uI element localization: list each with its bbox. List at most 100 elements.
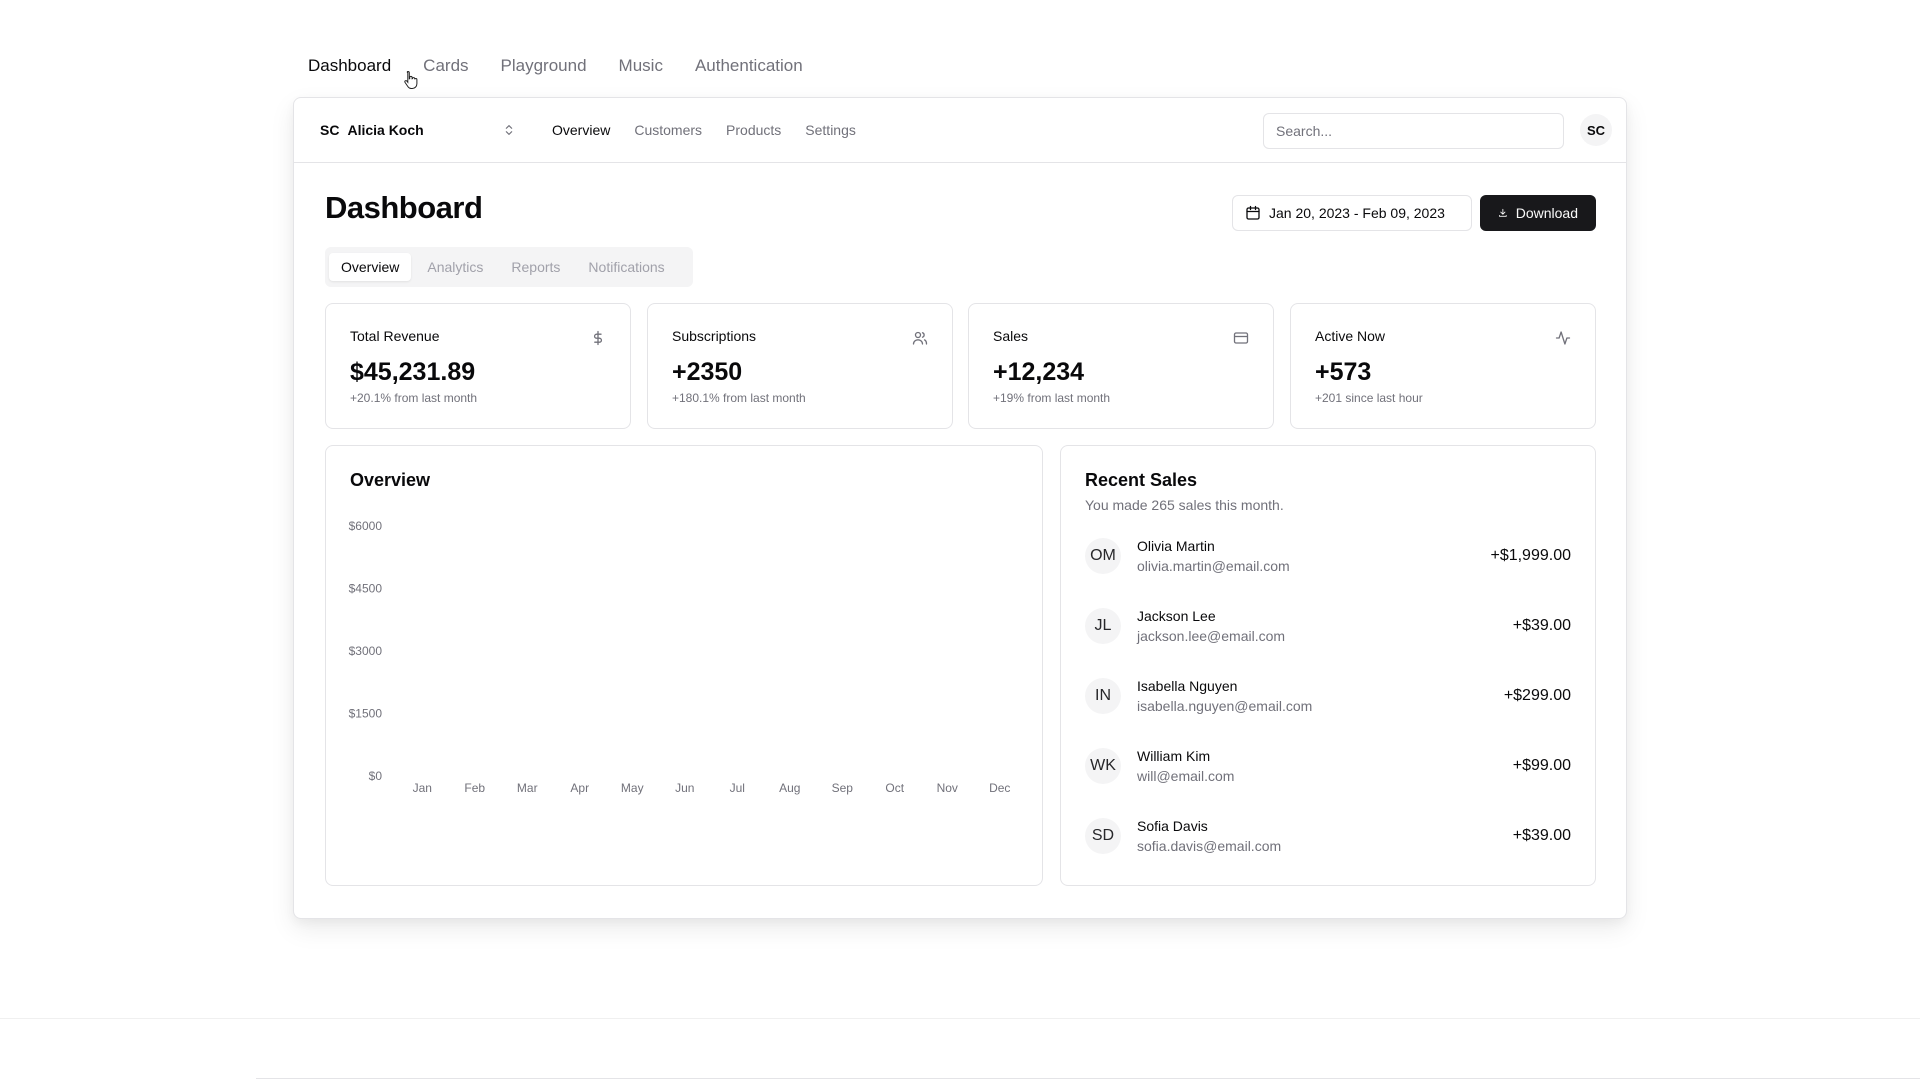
download-label: Download xyxy=(1515,205,1578,221)
avatar: IN xyxy=(1085,678,1121,714)
stat-label: Active Now xyxy=(1315,328,1386,344)
sale-customer-name: Jackson Lee xyxy=(1137,608,1216,624)
x-tick-label: Oct xyxy=(885,781,904,795)
x-tick-label: Jun xyxy=(675,781,694,795)
overview-chart-card: Overview $6000 $4500 $3000 $1500 $0 Jan Feb Mar… xyxy=(325,445,1043,886)
stat-card-sales: Sales +12,234 +19% from last month xyxy=(968,303,1274,429)
y-tick-label: $1500 xyxy=(349,707,383,721)
y-tick-label: $6000 xyxy=(349,519,383,533)
stat-label: Subscriptions xyxy=(672,328,757,344)
app-header: SC Alicia Koch Overview Customers Produc… xyxy=(294,98,1626,163)
sale-customer-email: sofia.davis@email.com xyxy=(1137,838,1282,854)
sale-amount: +$99.00 xyxy=(1512,757,1571,774)
download-icon xyxy=(1499,208,1507,217)
stat-change: +19% from last month xyxy=(993,391,1111,405)
avatar: WK xyxy=(1085,748,1121,784)
x-tick-label: Apr xyxy=(570,781,589,795)
y-tick-label: $4500 xyxy=(349,582,383,596)
sale-customer-name: Sofia Davis xyxy=(1137,818,1208,834)
top-tab-music[interactable]: Music xyxy=(619,56,663,76)
y-tick-label: $3000 xyxy=(349,644,383,658)
recent-sales-title: Recent Sales xyxy=(1085,470,1198,490)
sale-row[interactable]: JL Jackson Lee jackson.lee@email.com +$3… xyxy=(1085,606,1571,646)
tab-overview[interactable]: Overview xyxy=(329,253,412,281)
search-input[interactable] xyxy=(1263,113,1564,149)
overview-bar-chart: $6000 $4500 $3000 $1500 $0 Jan Feb Mar Apr May Jun… xyxy=(349,519,1011,795)
nav-settings[interactable]: Settings xyxy=(805,122,856,138)
team-avatar: SC xyxy=(320,122,340,138)
main-nav: Overview Customers Products Settings xyxy=(552,122,856,138)
stat-value: +573 xyxy=(1315,358,1372,386)
nav-products[interactable]: Products xyxy=(726,122,781,138)
stat-label: Sales xyxy=(993,328,1029,344)
stat-value: +2350 xyxy=(672,358,743,386)
sale-amount: +$39.00 xyxy=(1512,827,1571,844)
page-divider xyxy=(0,1018,1920,1019)
bottom-divider xyxy=(256,1078,1920,1079)
top-tabs: Dashboard Cards Playground Music Authent… xyxy=(308,56,803,76)
sale-customer-email: olivia.martin@email.com xyxy=(1137,558,1290,574)
sale-row[interactable]: OM Olivia Martin olivia.martin@email.com… xyxy=(1085,536,1571,576)
x-tick-label: Feb xyxy=(464,781,485,795)
x-tick-label: Jul xyxy=(730,781,745,795)
tab-notifications[interactable]: Notifications xyxy=(576,253,676,281)
sale-amount: +$299.00 xyxy=(1503,687,1571,704)
tab-analytics[interactable]: Analytics xyxy=(415,253,495,281)
sale-customer-email: isabella.nguyen@email.com xyxy=(1137,698,1313,714)
credit-card-icon xyxy=(1233,332,1249,344)
top-tab-dashboard[interactable]: Dashboard xyxy=(308,56,391,76)
sale-customer-email: jackson.lee@email.com xyxy=(1137,628,1286,644)
stat-value: +12,234 xyxy=(993,358,1085,386)
tab-reports[interactable]: Reports xyxy=(499,253,572,281)
top-tab-authentication[interactable]: Authentication xyxy=(695,56,803,76)
x-tick-label: Sep xyxy=(832,781,854,795)
nav-customers[interactable]: Customers xyxy=(634,122,702,138)
activity-icon xyxy=(1555,331,1571,345)
chevrons-up-down-icon xyxy=(505,125,513,135)
date-range-label: Jan 20, 2023 - Feb 09, 2023 xyxy=(1269,205,1445,221)
sale-amount: +$39.00 xyxy=(1512,617,1571,634)
sale-customer-email: will@email.com xyxy=(1137,768,1235,784)
stat-card-total-revenue: Total Revenue $45,231.89 +20.1% from las… xyxy=(325,303,631,429)
dashboard-tabs: Overview Analytics Reports Notifications xyxy=(325,247,693,287)
sale-customer-name: William Kim xyxy=(1137,748,1211,764)
avatar: SD xyxy=(1085,818,1121,854)
y-tick-label: $0 xyxy=(369,769,383,783)
x-tick-label: Jan xyxy=(413,781,432,795)
users-icon xyxy=(912,331,928,345)
calendar-icon xyxy=(1246,205,1260,220)
x-tick-label: Nov xyxy=(937,781,958,795)
avatar: OM xyxy=(1085,538,1121,574)
x-tick-label: Mar xyxy=(517,781,538,795)
stat-change: +201 since last hour xyxy=(1315,391,1423,405)
recent-sales-card: Recent Sales You made 265 sales this mon… xyxy=(1060,445,1596,886)
dollar-icon xyxy=(593,330,603,346)
team-switcher[interactable]: SC Alicia Koch xyxy=(320,122,516,138)
stat-card-active-now: Active Now +573 +201 since last hour xyxy=(1290,303,1596,429)
x-tick-label: Aug xyxy=(779,781,800,795)
dashboard-window: SC Alicia Koch Overview Customers Produc… xyxy=(293,97,1627,919)
recent-sales-subtitle: You made 265 sales this month. xyxy=(1085,497,1284,513)
download-button[interactable]: Download xyxy=(1480,195,1596,231)
avatar: JL xyxy=(1085,608,1121,644)
stat-label: Total Revenue xyxy=(350,328,440,344)
stat-card-subscriptions: Subscriptions +2350 +180.1% from last mo… xyxy=(647,303,953,429)
stat-change: +20.1% from last month xyxy=(350,391,478,405)
hand-cursor-icon xyxy=(404,70,418,89)
top-tab-cards[interactable]: Cards xyxy=(423,56,468,76)
stat-change: +180.1% from last month xyxy=(672,391,806,405)
date-range-picker[interactable]: Jan 20, 2023 - Feb 09, 2023 xyxy=(1232,195,1472,231)
sale-row[interactable]: WK William Kim will@email.com +$99.00 xyxy=(1085,746,1571,786)
top-tab-playground[interactable]: Playground xyxy=(501,56,587,76)
sale-customer-name: Isabella Nguyen xyxy=(1137,678,1238,694)
x-tick-label: May xyxy=(621,781,644,795)
page-title: Dashboard xyxy=(325,190,483,225)
nav-overview[interactable]: Overview xyxy=(552,122,610,138)
stat-value: $45,231.89 xyxy=(350,358,476,386)
user-avatar[interactable]: SC xyxy=(1580,114,1612,146)
overview-title: Overview xyxy=(350,470,431,490)
sale-row[interactable]: SD Sofia Davis sofia.davis@email.com +$3… xyxy=(1085,816,1571,856)
sale-row[interactable]: IN Isabella Nguyen isabella.nguyen@email… xyxy=(1085,676,1571,716)
x-tick-label: Dec xyxy=(989,781,1010,795)
sale-customer-name: Olivia Martin xyxy=(1137,538,1215,554)
